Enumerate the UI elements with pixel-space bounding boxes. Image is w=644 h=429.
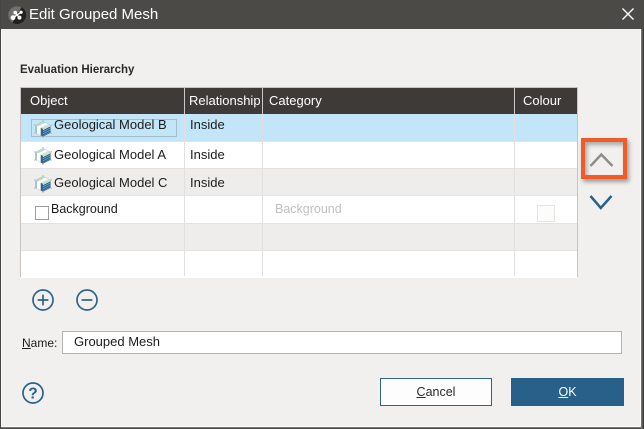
svg-text:?: ? [28,386,37,403]
